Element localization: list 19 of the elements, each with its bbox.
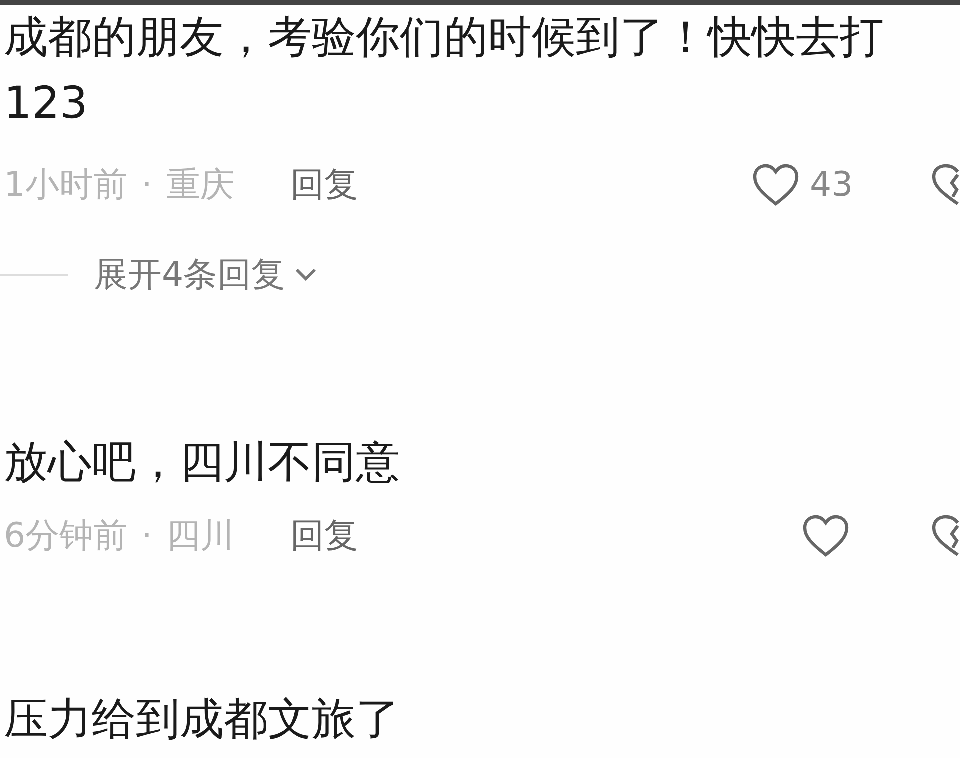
comment-text: 压力给到成都文旅了 [3,693,400,747]
dislike-icon[interactable] [930,163,960,207]
like-icon[interactable] [752,163,800,207]
comment-location: 四川 [166,515,234,558]
like-count: 43 [810,165,854,205]
like-icon[interactable] [802,514,850,558]
dislike-icon[interactable] [930,514,960,558]
reply-link[interactable]: 回复 [290,162,358,208]
comment-time: 6分钟前 [4,515,128,558]
comment-text: 成都的朋友，考验你们的时候到了！快快去打 [3,11,884,65]
comment-text: 放心吧，四川不同意 [3,436,400,490]
separator-dot: · [142,165,152,205]
expand-replies-link[interactable]: 展开4条回复 [94,252,286,298]
comment-location: 重庆 [166,164,234,207]
separator-dot: · [142,516,152,556]
reply-link[interactable]: 回复 [290,513,358,559]
chevron-down-icon [294,267,318,283]
comment-text: 123 [3,77,88,131]
comment-time: 1小时前 [4,164,128,207]
